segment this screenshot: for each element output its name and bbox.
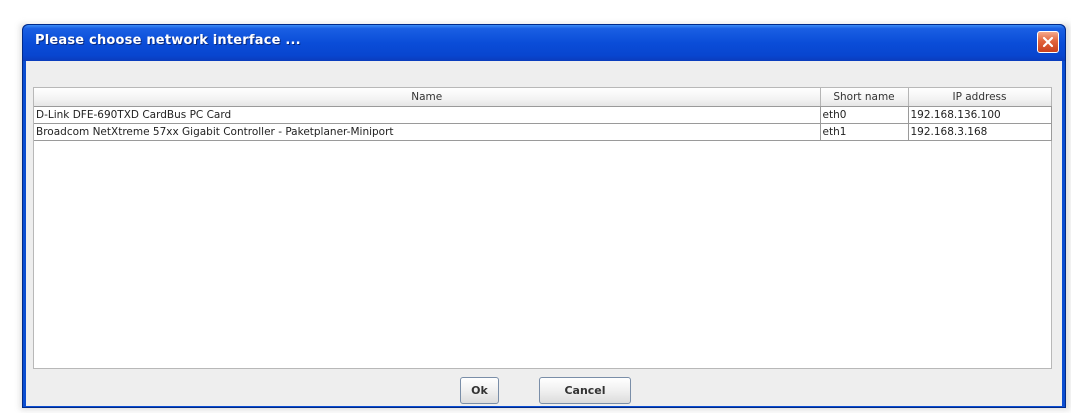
cell-name: D-Link DFE-690TXD CardBus PC Card <box>34 106 821 124</box>
cell-ip-address: 192.168.136.100 <box>908 106 1052 124</box>
interface-table-panel[interactable]: Name Short name IP address D-Link DFE-69… <box>33 87 1052 369</box>
close-icon <box>1042 36 1054 48</box>
close-button[interactable] <box>1037 31 1059 53</box>
table-header-row: Name Short name IP address <box>34 88 1052 107</box>
table-row[interactable]: D-Link DFE-690TXD CardBus PC Card eth0 1… <box>34 106 1052 124</box>
column-header-short-name[interactable]: Short name <box>820 88 909 107</box>
dialog-body: Name Short name IP address D-Link DFE-69… <box>26 61 1062 406</box>
cell-short-name: eth1 <box>820 123 909 141</box>
cell-short-name: eth0 <box>820 106 909 124</box>
column-header-ip-address[interactable]: IP address <box>908 88 1052 107</box>
screen: Please choose network interface ... Name… <box>0 0 1071 413</box>
dialog-title: Please choose network interface ... <box>35 33 301 48</box>
cancel-button[interactable]: Cancel <box>539 377 631 404</box>
column-header-name[interactable]: Name <box>34 88 821 107</box>
title-bar[interactable]: Please choose network interface ... <box>23 25 1065 61</box>
table-row[interactable]: Broadcom NetXtreme 57xx Gigabit Controll… <box>34 123 1052 141</box>
network-interface-dialog: Please choose network interface ... Name… <box>22 24 1066 408</box>
cell-ip-address: 192.168.3.168 <box>908 123 1052 141</box>
ok-button[interactable]: Ok <box>460 377 499 404</box>
cell-name: Broadcom NetXtreme 57xx Gigabit Controll… <box>34 123 821 141</box>
interface-table: Name Short name IP address D-Link DFE-69… <box>34 88 1052 141</box>
button-bar: Ok Cancel <box>26 371 1062 406</box>
